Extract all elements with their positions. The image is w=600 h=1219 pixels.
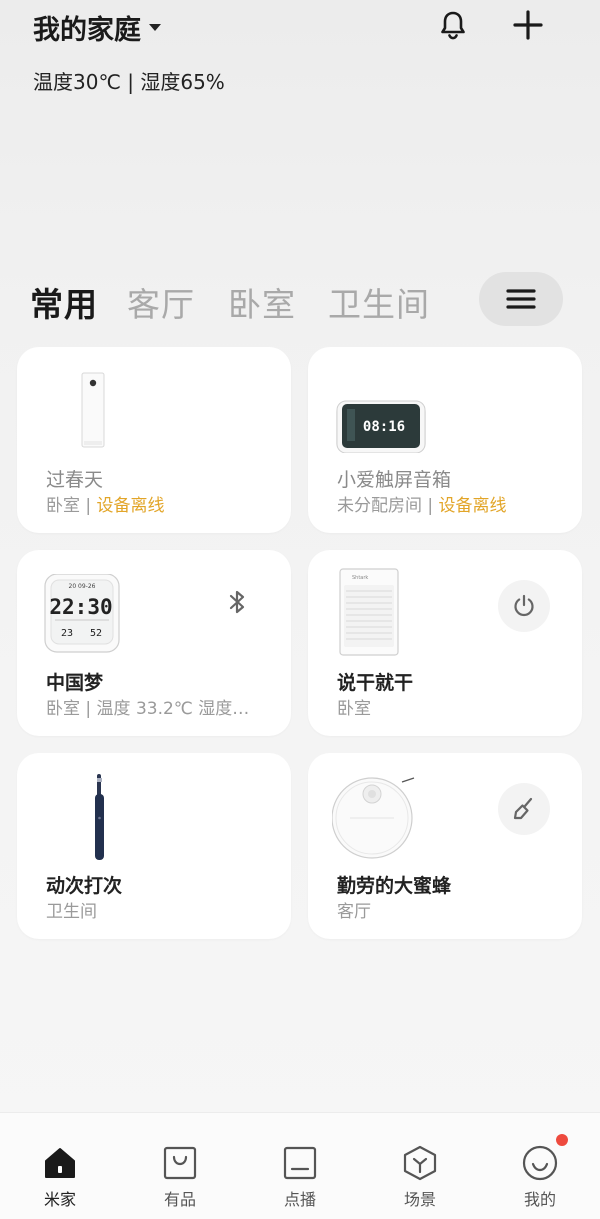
thermo-clock-icon: 20 09-26 22:30 23 52	[44, 574, 120, 653]
device-status: 客厅	[337, 902, 371, 922]
nav-profile[interactable]: 我的	[480, 1113, 600, 1219]
device-name: 过春天	[46, 469, 104, 491]
home-name: 我的家庭	[33, 15, 141, 46]
device-card[interactable]: 动次打次 卫生间	[17, 753, 291, 939]
tab-living-room[interactable]: 客厅	[127, 278, 195, 326]
device-room: 卧室 |	[46, 496, 97, 516]
power-button[interactable]	[498, 580, 550, 632]
cube-icon	[403, 1145, 437, 1181]
nav-label: 场景	[403, 1190, 436, 1209]
notification-badge	[556, 1134, 568, 1146]
speaker-clock: 08:16	[363, 419, 405, 435]
device-name: 动次打次	[46, 875, 123, 897]
device-status: 卧室 | 温度 33.2℃ 湿度…	[46, 699, 250, 719]
device-name: 小爱触屏音箱	[337, 469, 452, 491]
device-status: 卧室	[337, 699, 371, 719]
device-card[interactable]: 勤劳的大蜜蜂 客厅	[308, 753, 582, 939]
clock-humidity: 52	[90, 628, 102, 639]
air-purifier-icon	[81, 372, 105, 448]
home-selector[interactable]: 我的家庭	[33, 8, 161, 47]
weather-info: 温度30℃ | 湿度65%	[33, 70, 225, 94]
device-status: 未分配房间 | 设备离线	[337, 491, 507, 516]
nav-ondemand[interactable]: 点播	[240, 1113, 360, 1219]
power-icon	[514, 594, 534, 617]
nav-label: 点播	[283, 1190, 316, 1209]
device-card[interactable]: Shtark 说干就干 卧室	[308, 550, 582, 736]
offline-label: 设备离线	[96, 496, 165, 516]
device-status: 卧室 | 设备离线	[46, 491, 165, 516]
clock-time: 22:30	[49, 595, 112, 619]
smart-speaker-icon: 08:16	[336, 400, 426, 453]
device-card[interactable]: 20 09-26 22:30 23 52 中国梦 卧室 | 温度 33.2℃ 湿…	[17, 550, 291, 736]
header: 我的家庭 温度30℃ | 湿度65%	[0, 0, 600, 120]
nav-label: 米家	[43, 1190, 76, 1209]
room-tabs: 常用 客厅 卧室 卫生间	[0, 270, 600, 330]
tab-bedroom[interactable]: 卧室	[228, 278, 296, 326]
device-name: 勤劳的大蜜蜂	[337, 875, 452, 897]
add-device-button[interactable]	[508, 5, 548, 45]
tv-icon	[283, 1146, 317, 1180]
notification-button[interactable]	[433, 5, 473, 45]
toothbrush-icon	[95, 774, 104, 860]
device-name: 说干就干	[337, 672, 414, 694]
robot-vacuum-icon	[332, 777, 415, 859]
clean-button[interactable]	[498, 783, 550, 835]
room-menu-button[interactable]	[479, 272, 563, 326]
device-card[interactable]: 过春天 卧室 | 设备离线	[17, 347, 291, 533]
smiley-icon	[522, 1145, 558, 1181]
clock-date: 20 09-26	[69, 583, 96, 590]
broom-icon	[513, 797, 533, 820]
device-room: 未分配房间 |	[337, 496, 439, 516]
tab-favorites[interactable]: 常用	[30, 278, 98, 326]
air-purifier-icon: Shtark	[339, 568, 399, 656]
device-card[interactable]: 08:16 小爱触屏音箱 未分配房间 | 设备离线	[308, 347, 582, 533]
device-name: 中国梦	[46, 672, 104, 694]
nav-label: 有品	[163, 1190, 196, 1209]
bottom-nav: 米家 有品 点播 场景 我的	[0, 1112, 600, 1219]
home-icon	[45, 1148, 75, 1178]
svg-text:Shtark: Shtark	[352, 575, 368, 581]
hamburger-icon	[506, 289, 536, 309]
bluetooth-icon	[229, 590, 245, 614]
shopping-bag-icon	[163, 1146, 197, 1180]
caret-down-icon	[149, 24, 161, 31]
clock-temp: 23	[61, 628, 73, 639]
nav-mijia[interactable]: 米家	[0, 1113, 120, 1219]
bell-icon	[441, 11, 465, 40]
bluetooth-button[interactable]	[223, 588, 251, 620]
nav-label: 我的	[523, 1190, 556, 1209]
nav-youpin[interactable]: 有品	[120, 1113, 240, 1219]
tab-bathroom[interactable]: 卫生间	[328, 278, 430, 326]
plus-icon	[513, 10, 543, 40]
device-status: 卫生间	[46, 902, 97, 922]
nav-scenes[interactable]: 场景	[360, 1113, 480, 1219]
offline-label: 设备离线	[438, 496, 507, 516]
